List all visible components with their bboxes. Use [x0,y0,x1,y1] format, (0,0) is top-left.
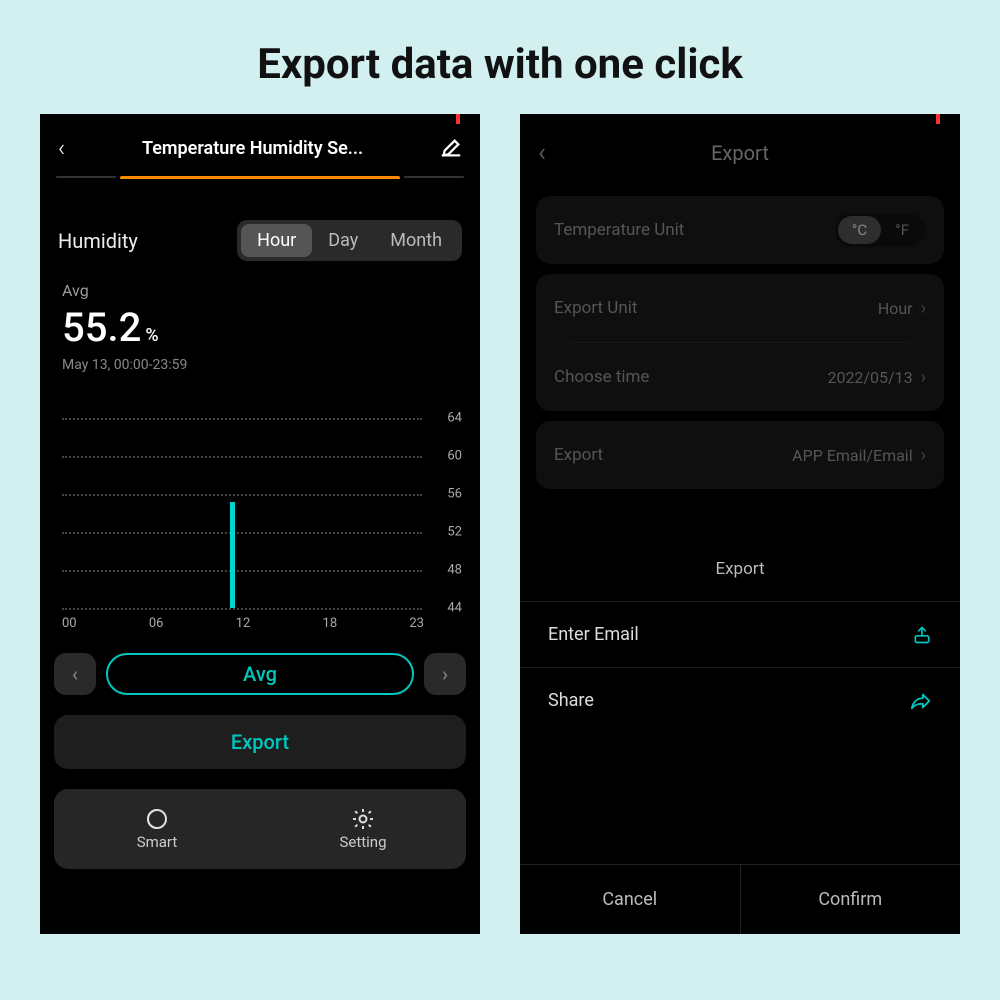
y-tick: 44 [430,601,462,616]
tab-smart[interactable]: Smart [54,789,260,869]
sheet-enter-email[interactable]: Enter Email [520,601,960,667]
row-export-target[interactable]: Export APP Email/Email› [554,421,926,489]
unit-celsius[interactable]: °C [838,216,881,244]
avg-value: 55.2% [62,304,458,351]
y-tick: 48 [430,563,462,578]
sheet-share[interactable]: Share [520,667,960,733]
segment-month[interactable]: Month [374,224,458,257]
chevron-right-icon: › [921,298,926,319]
avg-button[interactable]: Avg [106,653,414,695]
unit-fahrenheit[interactable]: °F [881,216,923,244]
phone-left: ‹ Temperature Humidity Se... Humidity Ho… [40,114,480,934]
export-button[interactable]: Export [54,715,466,769]
segment-day[interactable]: Day [312,224,374,257]
upload-icon [912,625,932,645]
bottom-tab-bar: Smart Setting [54,789,466,869]
chevron-right-icon: › [921,445,926,466]
page-title: Temperature Humidity Se... [142,138,363,159]
y-tick: 52 [430,525,462,540]
y-tick: 56 [430,487,462,502]
x-axis: 00 06 12 18 23 [62,616,424,631]
share-icon [910,691,932,711]
app-header: ‹ Temperature Humidity Se... [40,114,480,172]
settings-card-export-target: Export APP Email/Email› [536,421,944,489]
segment-hour[interactable]: Hour [241,224,312,257]
next-button[interactable]: › [424,653,466,695]
row-choose-time[interactable]: Choose time 2022/05/13› [554,343,926,411]
confirm-bar: Cancel Confirm [520,864,960,934]
phone-right: ‹ Export Temperature Unit °C °F Export U… [520,114,960,934]
y-tick: 60 [430,449,462,464]
back-icon[interactable]: ‹ [538,138,568,168]
status-notch-indicator [936,114,940,124]
settings-card-temp-unit: Temperature Unit °C °F [536,196,944,264]
chevron-right-icon: › [921,367,926,388]
export-header: ‹ Export [520,114,960,186]
edit-icon[interactable] [440,137,462,159]
cancel-button[interactable]: Cancel [520,865,740,934]
row-label: Temperature Unit [554,220,684,240]
section-label: Humidity [58,229,138,253]
sheet-title: Export [520,529,960,601]
smart-icon [145,807,169,831]
page-title: Export [568,141,912,165]
headline: Export data with one click [0,0,1000,114]
humidity-chart: 64 60 56 52 48 44 [62,418,462,608]
back-icon[interactable]: ‹ [58,134,65,162]
time-range-segmented[interactable]: Hour Day Month [237,220,462,261]
avg-label: Avg [62,281,458,300]
confirm-button[interactable]: Confirm [740,865,961,934]
settings-card-export: Export Unit Hour› Choose time 2022/05/13… [536,274,944,411]
prev-button[interactable]: ‹ [54,653,96,695]
row-export-unit[interactable]: Export Unit Hour› [554,274,926,342]
tab-setting[interactable]: Setting [260,789,466,869]
status-notch-indicator [456,114,460,124]
gear-icon [351,807,375,831]
temperature-unit-toggle[interactable]: °C °F [835,213,926,247]
y-tick: 64 [430,411,462,426]
date-range: May 13, 00:00-23:59 [62,357,458,373]
chart-bar [230,502,235,608]
